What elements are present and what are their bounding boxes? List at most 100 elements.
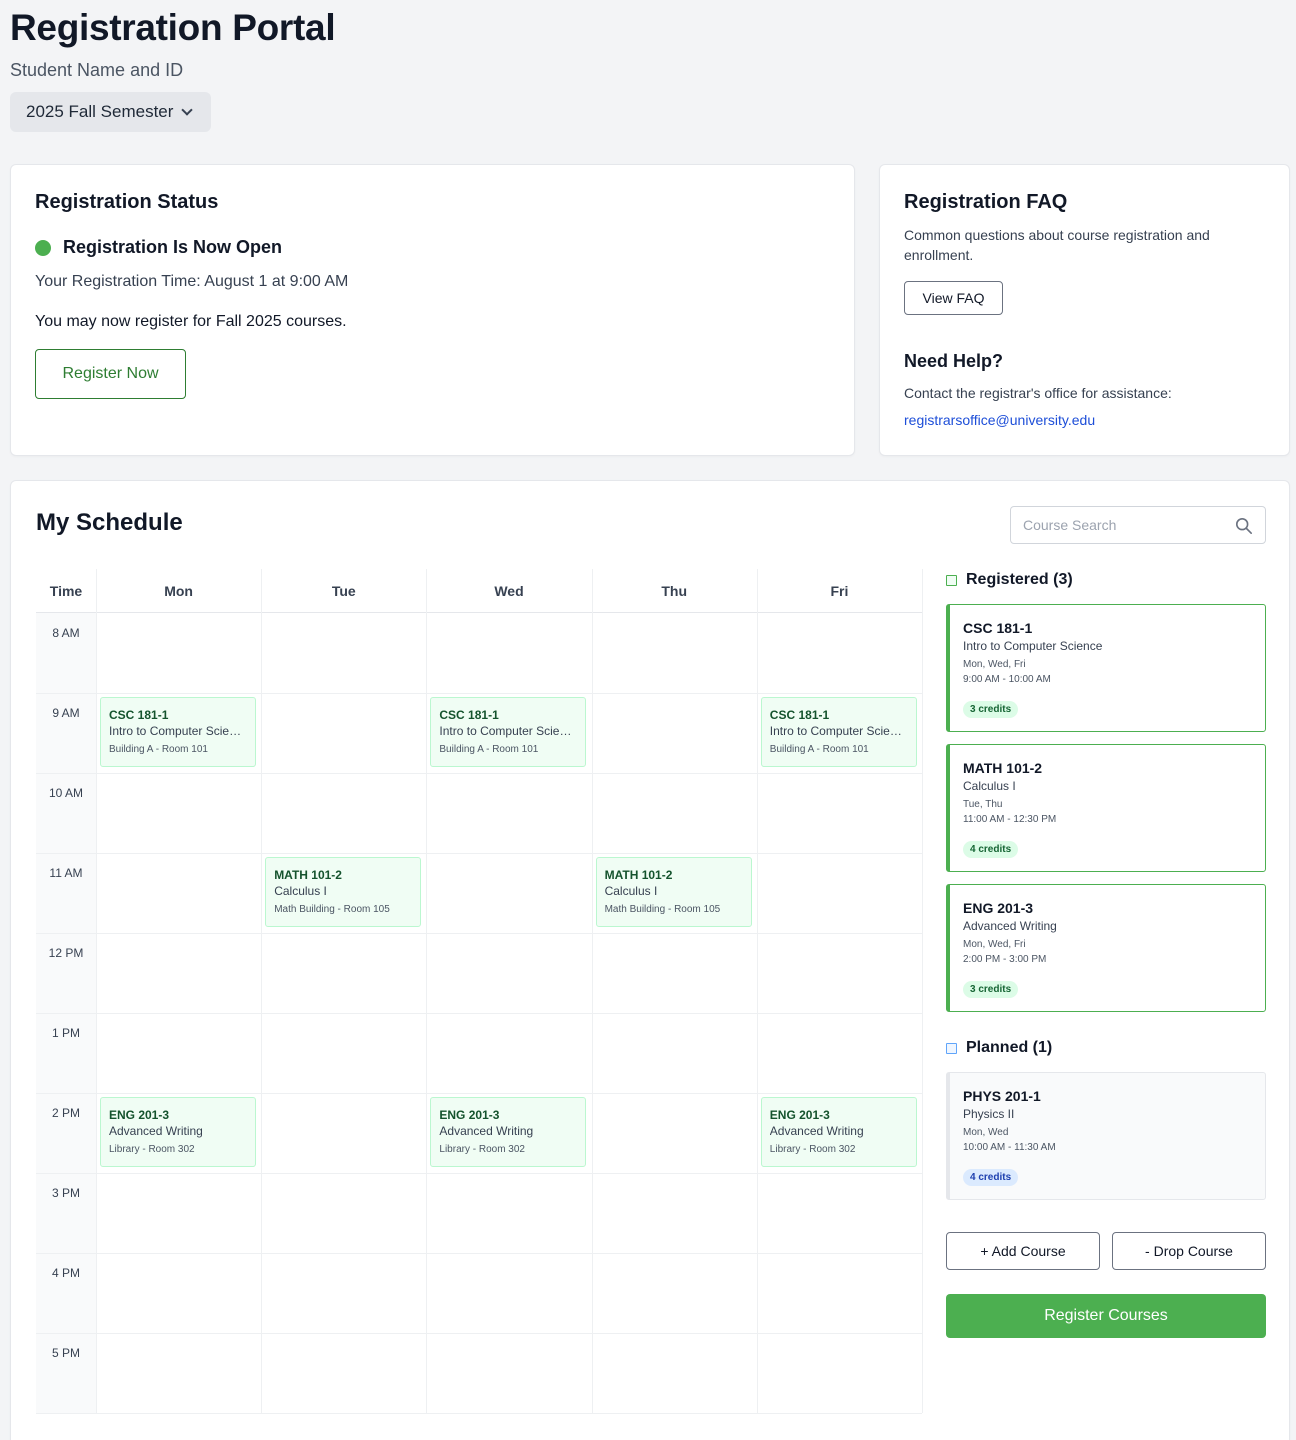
schedule-card: My Schedule Time Mon Tue Wed Thu Fri 8 AM 9 A… — [10, 480, 1290, 1440]
grid-row-divider — [36, 773, 922, 774]
schedule-event[interactable]: ENG 201-3 Advanced Writing Library - Room … — [100, 1097, 256, 1167]
faq-title: Registration FAQ — [904, 191, 1068, 213]
planned-count: Planned (1) — [966, 1039, 1053, 1056]
time-label: 12 PM — [48, 946, 84, 960]
credits-badge: 3 credits — [963, 701, 1019, 718]
credits-badge: 3 credits — [963, 981, 1019, 998]
time-label: 5 PM — [51, 1346, 80, 1360]
time-label: 11 AM — [49, 866, 83, 880]
event-name: Intro to Computer Science — [439, 724, 578, 738]
page-header: Registration Portal Student Name and ID — [10, 7, 336, 82]
registration-status-card: Registration Status Registration Is Now … — [10, 164, 855, 456]
credits-badge: 4 credits — [963, 1169, 1019, 1186]
grid-column-divider — [426, 569, 428, 1413]
time-label: 9 AM — [52, 706, 80, 720]
page-title: Registration Portal — [10, 7, 336, 48]
event-location: Math Building - Room 105 — [604, 904, 721, 915]
registrar-email-link[interactable]: registrarsoffice@university.edu — [904, 412, 1095, 428]
planned-legend-icon — [946, 1042, 957, 1054]
help-title: Need Help? — [904, 351, 1004, 371]
course-code: CSC 181-1 — [963, 620, 1033, 636]
semester-dropdown[interactable]: 2025 Fall Semester — [10, 92, 211, 132]
status-card-title: Registration Status — [35, 191, 219, 213]
event-name: Calculus I — [604, 884, 658, 898]
grid-row-divider — [36, 693, 922, 694]
grid-column-divider — [96, 569, 97, 1413]
grid-column-divider — [756, 569, 758, 1413]
event-location: Library - Room 302 — [109, 1144, 195, 1155]
faq-card: Registration FAQ Common questions about … — [879, 164, 1290, 456]
drop-course-button[interactable]: - Drop Course — [1112, 1232, 1266, 1270]
schedule-event[interactable]: ENG 201-3 Advanced Writing Library - Room … — [760, 1097, 917, 1167]
status-dot-icon — [35, 239, 51, 256]
registered-course-card[interactable]: MATH 101-2 Calculus I Tue, Thu 11:00 AM - 1… — [946, 744, 1266, 872]
course-code: PHYS 201-1 — [963, 1088, 1041, 1104]
course-search-input[interactable] — [1011, 507, 1221, 543]
status-text: Registration Is Now Open — [63, 237, 283, 257]
grid-row-divider — [36, 1253, 922, 1254]
chevron-down-icon — [181, 104, 194, 116]
event-code: ENG 201-3 — [769, 1108, 830, 1122]
schedule-grid-header: Time Mon Tue Wed Thu Fri — [36, 569, 922, 613]
grid-row-divider — [36, 1093, 922, 1094]
grid-row-divider — [36, 1413, 922, 1414]
event-name: Advanced Writing — [109, 1124, 203, 1138]
event-name: Advanced Writing — [439, 1124, 534, 1138]
grid-column-divider — [922, 569, 923, 1413]
course-code: ENG 201-3 — [963, 900, 1034, 916]
credits-badge: 4 credits — [963, 841, 1019, 858]
schedule-grid: Time Mon Tue Wed Thu Fri 8 AM 9 AM 10 AM 11 AM 1… — [36, 569, 923, 1414]
event-location: Library - Room 302 — [769, 1144, 856, 1155]
schedule-event[interactable]: CSC 181-1 Intro to Computer Science Buildi… — [100, 697, 256, 767]
day-header-fri: Fri — [830, 583, 849, 599]
time-column-header: Time — [49, 583, 83, 599]
event-name: Advanced Writing — [769, 1124, 864, 1138]
registered-course-card[interactable]: ENG 201-3 Advanced Writing Mon, Wed, Fri 2:… — [946, 884, 1266, 1012]
search-icon[interactable] — [1235, 517, 1253, 535]
schedule-event[interactable]: CSC 181-1 Intro to Computer Science Buildi… — [430, 697, 587, 767]
view-faq-button[interactable]: View FAQ — [904, 281, 1003, 315]
semester-label: 2025 Fall Semester — [26, 102, 174, 121]
planned-section-title: Planned (1) — [946, 1039, 1052, 1057]
add-course-button[interactable]: + Add Course — [946, 1232, 1100, 1270]
course-time: 11:00 AM - 12:30 PM — [963, 814, 1057, 825]
day-header-thu: Thu — [661, 583, 688, 599]
status-indicator: Registration Is Now Open — [35, 237, 282, 258]
day-header-tue: Tue — [331, 583, 356, 599]
time-label: 10 AM — [48, 786, 84, 800]
grid-row-divider — [36, 853, 922, 854]
grid-column-divider — [591, 569, 593, 1413]
grid-row-divider — [36, 1333, 922, 1334]
schedule-event[interactable]: CSC 181-1 Intro to Computer Science Buildi… — [760, 697, 917, 767]
time-label: 1 PM — [51, 1026, 80, 1040]
event-code: MATH 101-2 — [274, 868, 342, 882]
planned-course-card[interactable]: PHYS 201-1 Physics II Mon, Wed 10:00 AM - 1… — [946, 1072, 1266, 1200]
registered-course-card[interactable]: CSC 181-1 Intro to Computer Science Mon, W… — [946, 604, 1266, 732]
schedule-event[interactable]: MATH 101-2 Calculus I Math Building - Room… — [595, 857, 752, 927]
event-code: CSC 181-1 — [769, 708, 830, 722]
faq-description: Common questions about course registrati… — [904, 227, 1210, 263]
schedule-event[interactable]: MATH 101-2 Calculus I Math Building - Room… — [265, 857, 422, 927]
course-days: Mon, Wed — [963, 1127, 1009, 1138]
schedule-event[interactable]: ENG 201-3 Advanced Writing Library - Room … — [430, 1097, 587, 1167]
registered-section-title: Registered (3) — [946, 571, 1073, 589]
event-code: MATH 101-2 — [604, 868, 673, 882]
register-courses-button[interactable]: Register Courses — [946, 1294, 1266, 1338]
course-days: Mon, Wed, Fri — [963, 659, 1026, 670]
course-name: Calculus I — [963, 779, 1016, 793]
grid-row-divider — [36, 1173, 922, 1174]
course-days: Mon, Wed, Fri — [963, 939, 1026, 950]
course-time: 2:00 PM - 3:00 PM — [963, 954, 1047, 965]
registration-time: Your Registration Time: August 1 at 9:00… — [35, 273, 349, 290]
status-message: You may now register for Fall 2025 cours… — [35, 313, 347, 330]
course-days: Tue, Thu — [963, 799, 1003, 810]
time-label: 4 PM — [51, 1266, 80, 1280]
event-location: Math Building - Room 105 — [274, 904, 390, 915]
course-time: 9:00 AM - 10:00 AM — [963, 674, 1051, 685]
event-code: CSC 181-1 — [439, 708, 499, 722]
course-code: MATH 101-2 — [963, 760, 1043, 776]
course-name: Intro to Computer Science — [963, 639, 1103, 653]
time-label: 3 PM — [51, 1186, 80, 1200]
grid-row-divider — [36, 933, 922, 934]
register-now-button[interactable]: Register Now — [35, 349, 186, 399]
